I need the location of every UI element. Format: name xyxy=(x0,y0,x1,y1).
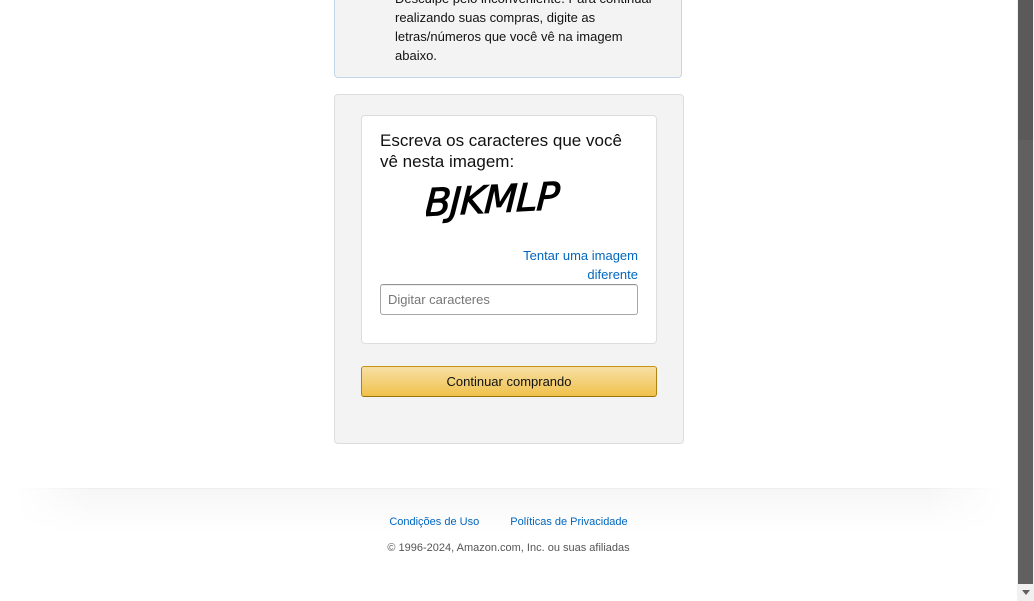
page-viewport: Desculpe pelo inconveniente. Para contin… xyxy=(0,0,1034,601)
alert-box: Desculpe pelo inconveniente. Para contin… xyxy=(334,0,682,78)
alert-message-line: abaixo. xyxy=(395,48,437,63)
alert-message: Desculpe pelo inconveniente. Para contin… xyxy=(395,0,665,65)
try-different-image-link[interactable]: Tentar uma imagem diferente xyxy=(498,246,638,284)
vertical-scrollbar[interactable] xyxy=(1017,0,1034,601)
conditions-of-use-link[interactable]: Condições de Uso xyxy=(389,516,479,528)
alert-message-line: Desculpe pelo inconveniente. Para contin… xyxy=(395,0,665,8)
scrollbar-track[interactable] xyxy=(1018,140,1033,584)
copyright-text: © 1996-2024, Amazon.com, Inc. ou suas af… xyxy=(387,542,630,554)
scroll-down-arrow-icon[interactable] xyxy=(1017,584,1034,601)
privacy-policy-link[interactable]: Políticas de Privacidade xyxy=(510,516,627,528)
alert-message-line: realizando suas compras, digite as xyxy=(395,10,596,25)
captcha-input[interactable] xyxy=(380,284,638,315)
continue-shopping-button[interactable]: Continuar comprando xyxy=(361,366,657,397)
footer-links: Condições de Uso Políticas de Privacidad… xyxy=(0,515,1017,529)
captcha-image-text: BJKMLP xyxy=(426,174,561,224)
captcha-image: BJKMLP xyxy=(426,174,561,224)
scrollbar-thumb[interactable] xyxy=(1018,0,1033,140)
captcha-card: Escreva os caracteres que você vê nesta … xyxy=(361,115,657,344)
alert-message-line: letras/números que você vê na imagem xyxy=(395,29,623,44)
captcha-heading: Escreva os caracteres que você vê nesta … xyxy=(380,131,622,171)
captcha-panel: Escreva os caracteres que você vê nesta … xyxy=(334,94,684,444)
